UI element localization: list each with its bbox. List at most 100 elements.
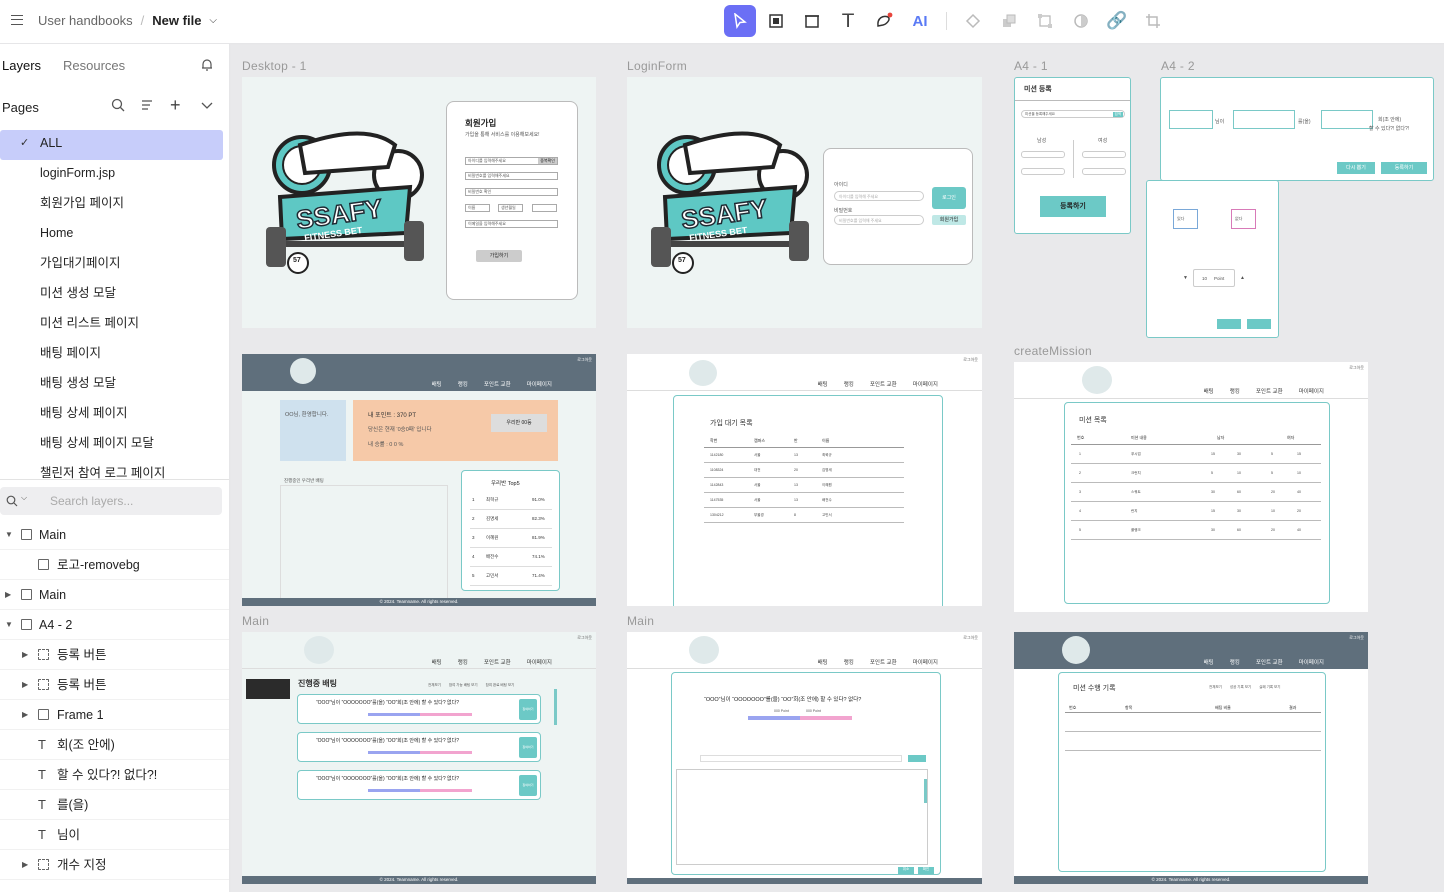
nav-bet[interactable]: 배팅 — [818, 658, 828, 666]
mission-search-button[interactable]: 검색 — [1112, 112, 1123, 117]
chevron-down-icon[interactable]: ⌵ — [209, 15, 217, 26]
nav-rank[interactable]: 랭킹 — [1230, 658, 1240, 666]
logout-link[interactable]: 로그아웃 — [1349, 635, 1364, 641]
frame-tool-icon[interactable] — [796, 5, 828, 37]
layer-item[interactable]: ▼ Main — [0, 520, 229, 550]
frame-desktop-1[interactable]: SSAFY FITNESS BET 57 회원가입 가입을 통해 서비스를 이용… — [242, 77, 596, 328]
frame-createmission[interactable]: 배팅 랭킹 포인트 교환 마이페이지 로그아웃 미션 목록 번호 미션 내용 남자 여… — [1014, 362, 1368, 612]
crop-tool-icon[interactable] — [1137, 5, 1169, 37]
chevron-right-icon[interactable]: ▶ — [22, 700, 28, 730]
name-input[interactable]: 이름 — [465, 204, 490, 212]
login-id-input[interactable]: 아이디를 입력해 주세요 — [834, 191, 924, 201]
frame-mission-log[interactable]: 배팅 랭킹 포인트 교환 마이페이지 로그아웃 미션 수행 기록 전체보기 성공… — [1014, 632, 1368, 884]
page-item[interactable]: loginForm.jsp — [0, 160, 229, 190]
mission-register-button[interactable]: 등록하기 — [1040, 196, 1106, 217]
chevron-down-icon[interactable]: ▼ — [5, 520, 13, 550]
page-item[interactable]: 배팅 페이지 — [0, 340, 229, 370]
layer-item[interactable]: ▶ 등록 버튼 — [0, 670, 229, 700]
login-pw-input[interactable]: 비밀번호를 입력해 주세요 — [834, 215, 924, 225]
nav-mypage[interactable]: 마이페이지 — [913, 658, 938, 666]
bet-card[interactable]: “OOO”님이 “OOOOOOO”를(을) “OO”회(조 안에) 할 수 있다… — [297, 732, 541, 762]
cancel-button[interactable]: 취소 — [898, 867, 914, 874]
chevron-right-icon[interactable]: ▶ — [5, 580, 11, 610]
comment-input[interactable] — [700, 755, 902, 762]
tab-layers[interactable]: Layers — [2, 58, 41, 73]
nav-bet[interactable]: 배팅 — [818, 380, 828, 388]
page-item[interactable]: 배팅 생성 모달 — [0, 370, 229, 400]
layer-item[interactable]: T 님이 — [0, 820, 229, 850]
nav-bet[interactable]: 배팅 — [432, 380, 442, 388]
retry-button[interactable]: 다시 뽑기 — [1337, 162, 1375, 174]
nav-exchange[interactable]: 포인트 교환 — [870, 658, 897, 666]
chevron-down-icon[interactable]: ▼ — [5, 610, 13, 640]
register-button[interactable]: 등록하기 — [1381, 162, 1427, 174]
layer-item[interactable]: ▶ 개수 지정 — [0, 850, 229, 880]
page-item[interactable]: 미션 생성 모달 — [0, 280, 229, 310]
class-rank-button[interactable]: 우리반 00등 — [491, 414, 547, 432]
page-item[interactable]: Home — [0, 220, 229, 250]
frame-a4-2[interactable]: 님이 를(을) 회(조 안에) 할 수 있다?! 없다?! 다시 뽑기 등록하기 — [1160, 77, 1434, 181]
logout-link[interactable]: 로그아웃 — [1349, 365, 1364, 371]
nav-exchange[interactable]: 포인트 교환 — [870, 380, 897, 388]
nav-bet[interactable]: 배팅 — [1204, 658, 1214, 666]
mission-box[interactable] — [1233, 110, 1295, 129]
bet-card[interactable]: “OOO”님이 “OOOOOOO”를(을) “OO”회(조 안에) 할 수 있다… — [297, 770, 541, 800]
breadcrumb-file[interactable]: New file — [152, 13, 201, 28]
rectangle-tool-icon[interactable] — [760, 5, 792, 37]
frame-label[interactable]: Desktop - 1 — [242, 59, 307, 73]
nav-rank[interactable]: 랭킹 — [458, 658, 468, 666]
search-icon[interactable] — [111, 98, 125, 115]
text-tool-icon[interactable]: T — [832, 5, 864, 37]
join-button[interactable]: 참여하기 — [519, 737, 537, 758]
mask-tool-icon[interactable] — [1065, 5, 1097, 37]
design-canvas[interactable]: Desktop - 1 LoginForm A4 - 1 A4 - 2 crea… — [231, 45, 1444, 892]
component-tool-icon[interactable] — [957, 5, 989, 37]
notification-bell-icon[interactable] — [200, 57, 214, 74]
logout-link[interactable]: 로그아웃 — [577, 635, 592, 641]
challenger-box[interactable] — [1169, 110, 1213, 129]
sort-icon[interactable] — [140, 98, 154, 115]
join-button[interactable]: 참여하기 — [519, 775, 537, 796]
page-item[interactable]: 배팅 상세 페이지 모달 — [0, 430, 229, 460]
logout-link[interactable]: 로그아웃 — [963, 635, 978, 641]
scrollbar[interactable] — [924, 779, 927, 803]
frame-label[interactable]: LoginForm — [627, 59, 687, 73]
frame-home[interactable]: 배팅 랭킹 포인트 교환 마이페이지 로그아웃 OO님, 환영합니다. 내 포인… — [242, 354, 596, 606]
transform-tool-icon[interactable] — [1029, 5, 1061, 37]
filter-fail[interactable]: 실패 기록 보기 — [1259, 685, 1280, 690]
filter-available[interactable]: 참여 가능 배팅 보기 — [449, 683, 478, 688]
breadcrumb-project[interactable]: User handbooks — [38, 13, 133, 28]
filter-done[interactable]: 참여 완료 배팅 보기 — [486, 683, 515, 688]
frame-loginform[interactable]: SSAFY FITNESS BET 57 아이디 아이디를 입력해 주세요 비밀… — [627, 77, 982, 328]
path-tool-icon[interactable] — [868, 5, 900, 37]
group-tool-icon[interactable] — [993, 5, 1025, 37]
male-max-input[interactable] — [1021, 168, 1065, 175]
nav-mypage[interactable]: 마이페이지 — [527, 658, 552, 666]
nav-mypage[interactable]: 마이페이지 — [913, 380, 938, 388]
frame-label[interactable]: Main — [242, 614, 269, 628]
increment-icon[interactable]: ▲ — [1240, 275, 1245, 281]
link-tool-icon[interactable]: 🔗 — [1101, 5, 1133, 37]
logout-link[interactable]: 로그아웃 — [963, 357, 978, 363]
nav-exchange[interactable]: 포인트 교환 — [484, 658, 511, 666]
modal-cancel-button[interactable] — [1247, 319, 1271, 329]
layer-item[interactable]: ▶ Main — [0, 580, 229, 610]
layer-item[interactable]: T 할 수 있다?! 없다?! — [0, 760, 229, 790]
page-item[interactable]: 챌린저 참여 로그 페이지 — [0, 460, 229, 490]
nav-rank[interactable]: 랭킹 — [844, 380, 854, 388]
chevron-down-icon[interactable] — [200, 98, 214, 115]
layer-item[interactable]: T 회(조 안에) — [0, 730, 229, 760]
password-input[interactable]: 비밀번호를 입력해주세요 — [465, 172, 558, 180]
pointer-tool-icon[interactable] — [724, 5, 756, 37]
chevron-down-icon[interactable]: ⌵ — [21, 493, 27, 503]
ai-tool-icon[interactable]: AI — [904, 5, 936, 37]
tab-resources[interactable]: Resources — [63, 58, 125, 73]
confirm-button[interactable]: 확인 — [918, 867, 934, 874]
dup-check-button[interactable]: 중복확인 — [538, 158, 557, 164]
nav-rank[interactable]: 랭킹 — [458, 380, 468, 388]
frame-a4-1[interactable]: 미션 등록 미션을 등록해주세요 검색 남성 여성 등록하기 — [1014, 77, 1131, 234]
chevron-right-icon[interactable]: ▶ — [22, 850, 28, 880]
female-min-input[interactable] — [1082, 151, 1126, 158]
nav-mypage[interactable]: 마이페이지 — [1299, 387, 1324, 395]
gender-select[interactable] — [532, 204, 557, 212]
